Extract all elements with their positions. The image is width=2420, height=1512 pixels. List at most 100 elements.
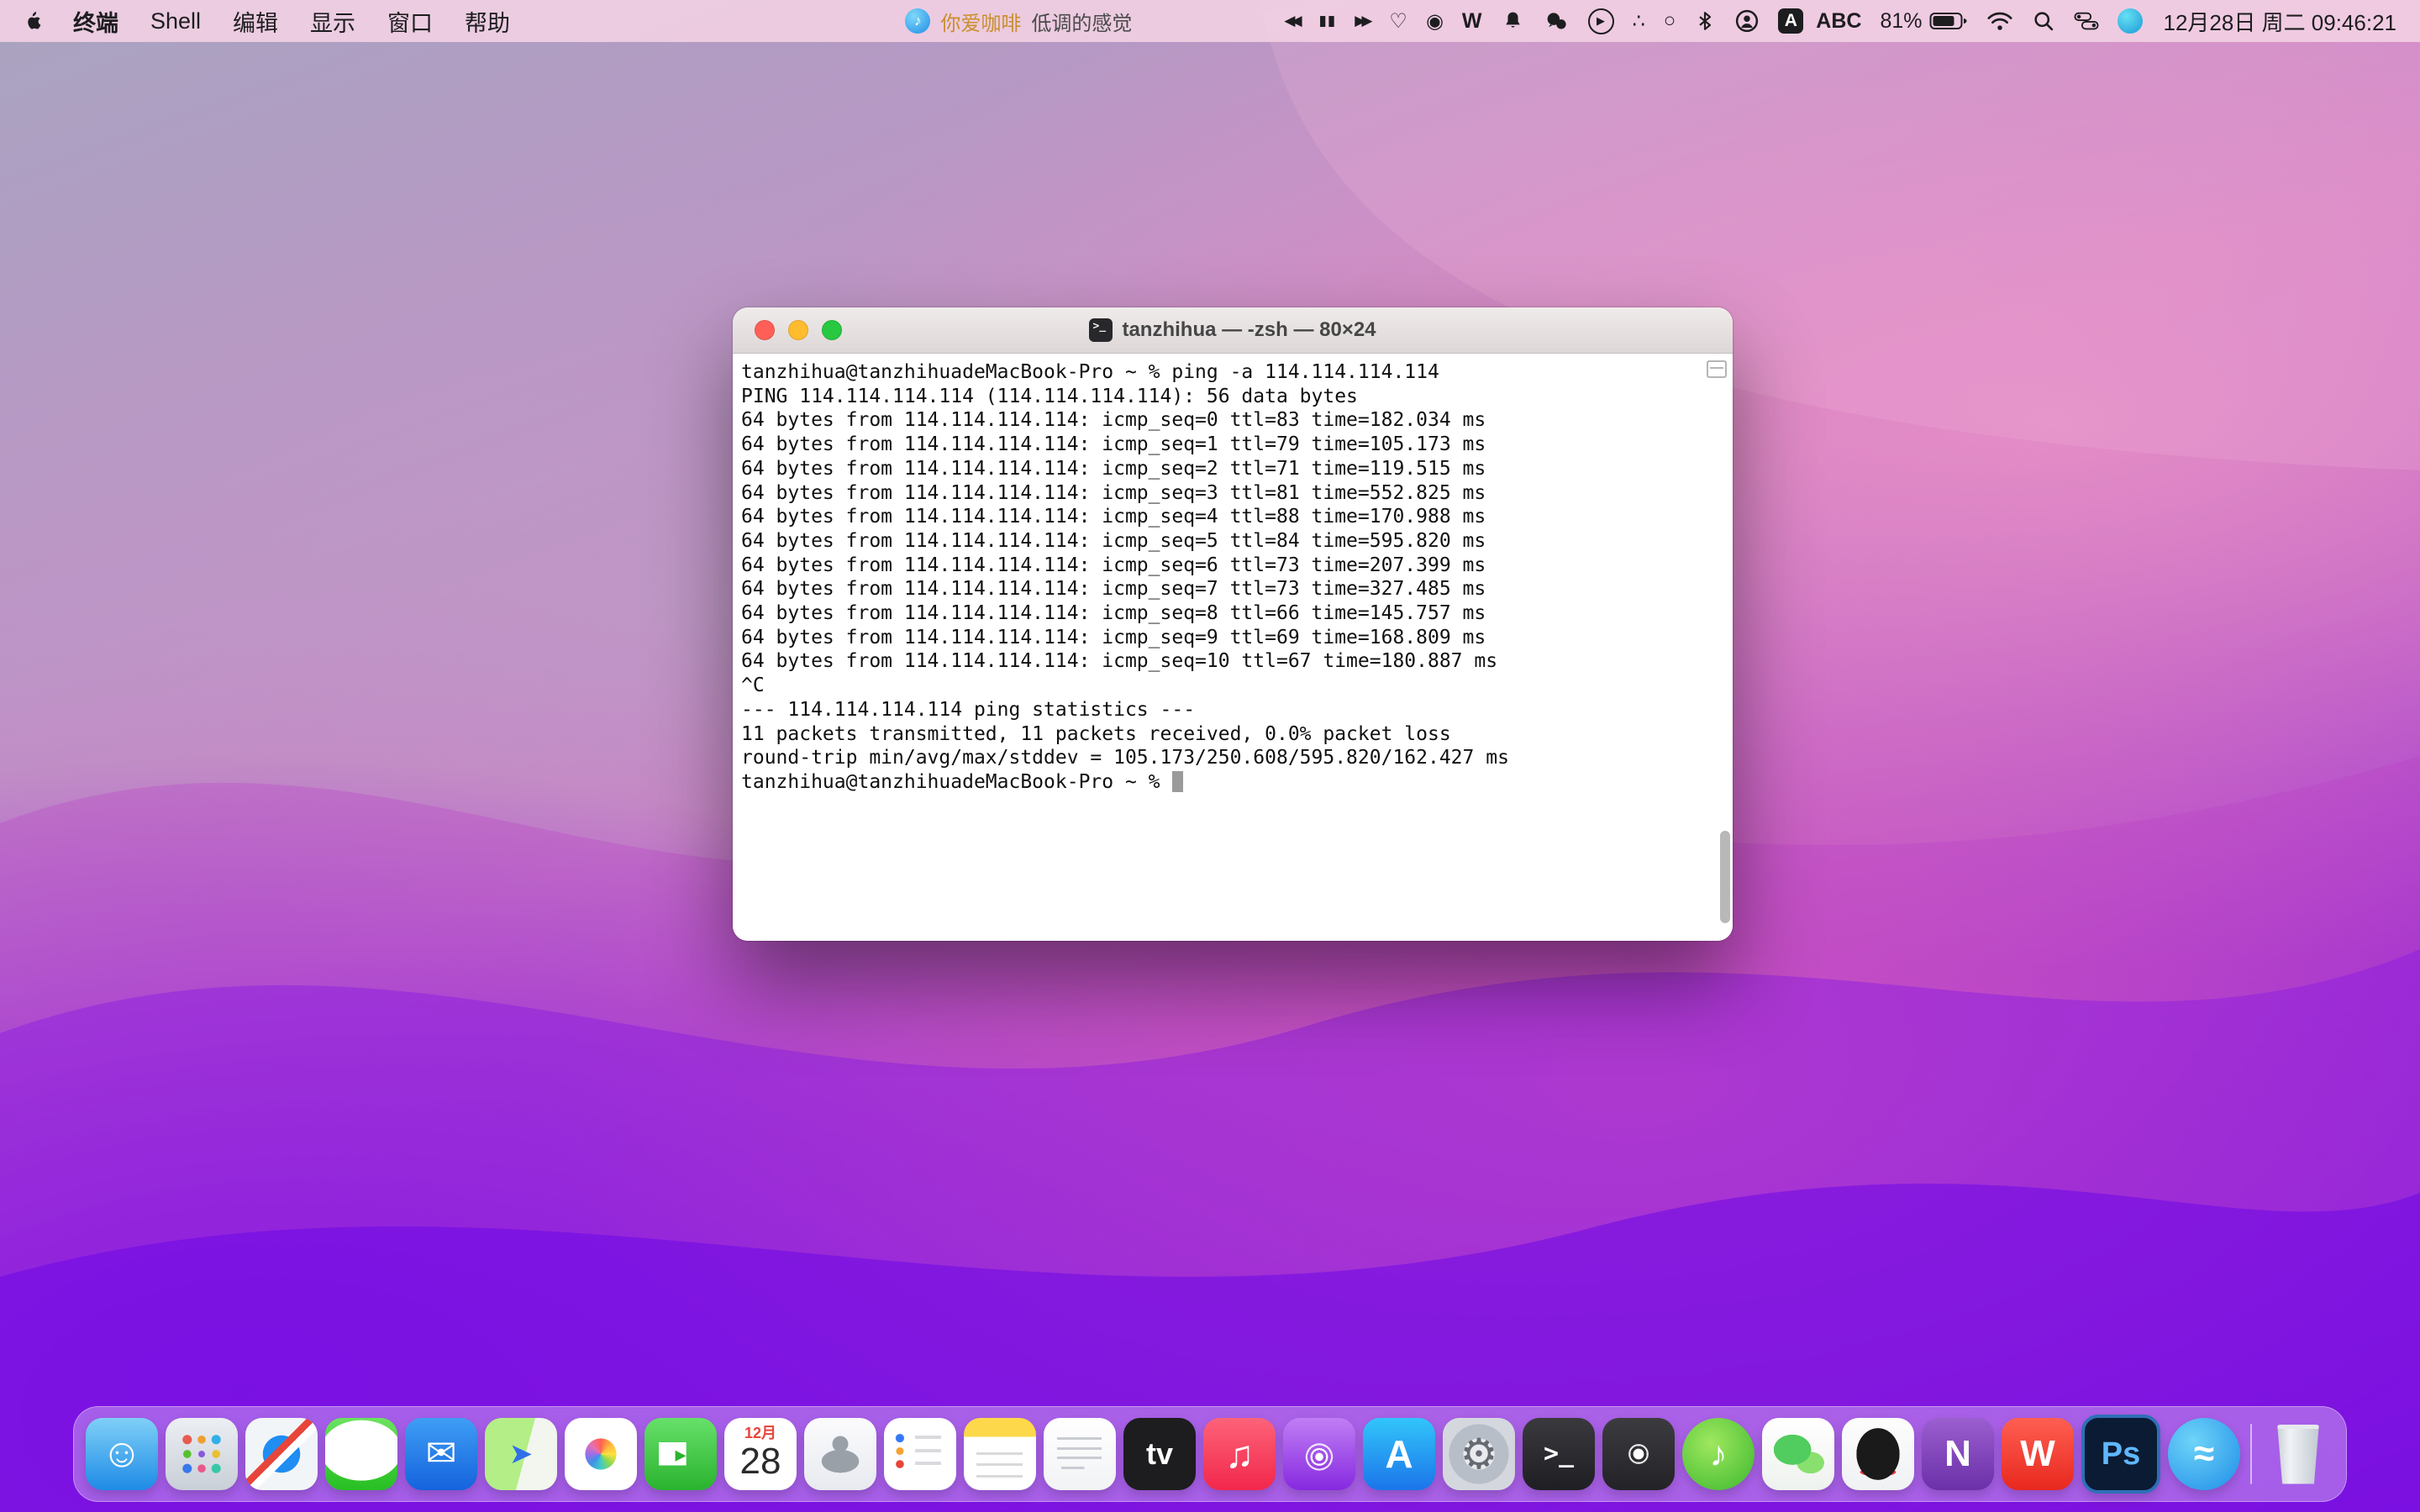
terminal-glyph: >_	[1544, 1441, 1574, 1467]
dock-item-reminders[interactable]	[884, 1418, 956, 1490]
dock-item-contacts[interactable]	[804, 1418, 876, 1490]
dock-item-calendar[interactable]: 12月28	[724, 1418, 797, 1490]
system-preferences-glyph: ⚙	[1460, 1433, 1498, 1475]
now-playing-subtitle: 低调的感觉	[1031, 7, 1132, 36]
dock-item-terminal[interactable]: >_	[1523, 1418, 1595, 1490]
circle-status-icon[interactable]: ○	[1655, 9, 1686, 33]
terminal-line: PING 114.114.114.114 (114.114.114.114): …	[741, 385, 1733, 409]
terminal-line: round-trip min/avg/max/stddev = 105.173/…	[741, 746, 1733, 770]
dock-item-blue-music-app[interactable]: ≈	[2168, 1418, 2240, 1490]
play-circle-glyph: ▶	[1588, 8, 1614, 34]
control-center-icon[interactable]	[2065, 11, 2108, 31]
dock-item-qq[interactable]	[1842, 1418, 1914, 1490]
teal-app-circle	[2118, 8, 2143, 34]
dock-item-maps[interactable]: ➤	[485, 1418, 557, 1490]
wifi-icon[interactable]	[1977, 10, 2023, 32]
dock-divider	[2250, 1424, 2252, 1484]
media-next-icon[interactable]: ▶▶	[1345, 13, 1380, 29]
dock-item-textedit[interactable]	[1044, 1418, 1116, 1490]
scrollbar-thumb[interactable]	[1720, 831, 1730, 923]
menu-window[interactable]: 窗口	[371, 5, 449, 38]
battery-status[interactable]: 81%	[1870, 9, 1976, 34]
dots-status-icon[interactable]: ∴	[1623, 9, 1655, 34]
input-source-icon[interactable]: A	[1769, 8, 1812, 34]
terminal-line: 11 packets transmitted, 11 packets recei…	[741, 722, 1733, 747]
dock-item-finder[interactable]: ☺	[86, 1418, 158, 1490]
dock-item-photoshop[interactable]: Ps	[2081, 1415, 2160, 1494]
dock-item-launchpad[interactable]	[166, 1418, 238, 1490]
dock-item-wechat[interactable]	[1762, 1418, 1834, 1490]
battery-icon	[1929, 11, 1968, 31]
dock-items: ☺ ✉ ➤ ▸ 12月28 tv ♫ A ⚙ >_ ♪ NW Ps ≈	[86, 1415, 2240, 1494]
now-playing[interactable]: ♪ 你爱咖啡 低调的感觉	[905, 7, 1132, 36]
spotlight-search-icon[interactable]	[2023, 9, 2065, 33]
wechat-status-icon[interactable]	[1534, 8, 1579, 34]
onenote-glyph: N	[1944, 1436, 1971, 1473]
facetime-glyph: ▸	[675, 1443, 686, 1465]
dock-item-facetime[interactable]: ▸	[644, 1418, 717, 1490]
terminal-line: 64 bytes from 114.114.114.114: icmp_seq=…	[741, 601, 1733, 626]
menu-bar-clock[interactable]: 12月28日 周二 09:46:21	[2152, 6, 2402, 37]
window-title-text: tanzhihua — -zsh — 80×24	[1122, 318, 1376, 342]
qq-music-glyph: ♪	[1710, 1436, 1728, 1472]
terminal-line: 64 bytes from 114.114.114.114: icmp_seq=…	[741, 457, 1733, 481]
dock-item-onenote[interactable]: N	[1922, 1418, 1994, 1490]
terminal-content[interactable]: tanzhihua@tanzhihuadeMacBook-Pro ~ % pin…	[733, 354, 1733, 941]
media-pause-icon[interactable]: ▮▮	[1310, 13, 1346, 29]
finder-glyph: ☺	[101, 1434, 142, 1474]
app-store-glyph: A	[1385, 1435, 1413, 1473]
split-pane-button[interactable]	[1707, 360, 1727, 378]
terminal-titlebar[interactable]: >_ tanzhihua — -zsh — 80×24	[733, 307, 1733, 354]
dock-item-screenshot[interactable]	[1602, 1418, 1675, 1490]
dock-item-photos[interactable]	[565, 1418, 637, 1490]
photoshop-glyph: Ps	[2102, 1438, 2140, 1470]
input-source-badge: A	[1778, 8, 1803, 34]
dock-item-mail[interactable]: ✉	[405, 1418, 477, 1490]
play-circle-icon[interactable]: ▶	[1579, 8, 1623, 34]
apple-menu[interactable]	[18, 10, 57, 32]
dock-item-wps-office[interactable]: W	[2002, 1418, 2074, 1490]
menu-shell[interactable]: Shell	[134, 8, 217, 34]
notification-bell-icon[interactable]	[1491, 9, 1534, 34]
menu-bar: 终端 Shell 编辑 显示 窗口 帮助 ♪ 你爱咖啡 低调的感觉 ◀◀ ▮▮ …	[0, 0, 2420, 42]
dock-item-trash[interactable]	[2262, 1418, 2334, 1490]
user-account-icon[interactable]	[1725, 8, 1769, 34]
input-source-label[interactable]: ABC	[1812, 9, 1870, 34]
terminal-cursor	[1172, 771, 1183, 792]
dock-item-notes[interactable]	[964, 1418, 1036, 1490]
minimize-button[interactable]	[788, 320, 808, 340]
terminal-line: tanzhihua@tanzhihuadeMacBook-Pro ~ %	[741, 770, 1733, 795]
teal-app-status-icon[interactable]	[2108, 8, 2152, 34]
dock-item-podcasts[interactable]	[1283, 1418, 1355, 1490]
menu-app-terminal[interactable]: 终端	[57, 5, 134, 38]
dock-item-messages[interactable]	[325, 1418, 397, 1490]
dock-item-tv[interactable]: tv	[1123, 1418, 1196, 1490]
menu-help[interactable]: 帮助	[449, 5, 526, 38]
apple-icon	[24, 10, 45, 32]
wps-status-icon[interactable]: W	[1453, 9, 1491, 34]
terminal-line: 64 bytes from 114.114.114.114: icmp_seq=…	[741, 577, 1733, 601]
battery-percent-label: 81%	[1880, 9, 1922, 34]
zoom-button[interactable]	[822, 320, 842, 340]
terminal-line: 64 bytes from 114.114.114.114: icmp_seq=…	[741, 529, 1733, 554]
dock: ☺ ✉ ➤ ▸ 12月28 tv ♫ A ⚙ >_ ♪ NW Ps ≈	[73, 1406, 2347, 1502]
dock-item-system-preferences[interactable]: ⚙	[1443, 1418, 1515, 1490]
terminal-line: 64 bytes from 114.114.114.114: icmp_seq=…	[741, 626, 1733, 650]
dock-item-safari[interactable]	[245, 1418, 318, 1490]
close-button[interactable]	[755, 320, 775, 340]
terminal-line: 64 bytes from 114.114.114.114: icmp_seq=…	[741, 408, 1733, 433]
dock-item-qq-music[interactable]: ♪	[1682, 1418, 1754, 1490]
dock-item-music[interactable]: ♫	[1203, 1418, 1276, 1490]
terminal-line: 64 bytes from 114.114.114.114: icmp_seq=…	[741, 481, 1733, 506]
heart-icon[interactable]: ♡	[1380, 9, 1417, 34]
dock-item-app-store[interactable]: A	[1363, 1418, 1435, 1490]
bluetooth-icon[interactable]	[1685, 10, 1725, 32]
mail-glyph: ✉	[426, 1436, 457, 1473]
disc-icon[interactable]: ◉	[1417, 9, 1453, 34]
music-player-icon: ♪	[905, 8, 930, 34]
tv-glyph: tv	[1146, 1439, 1173, 1469]
menu-view[interactable]: 显示	[294, 5, 371, 38]
media-previous-icon[interactable]: ◀◀	[1275, 13, 1309, 29]
window-controls	[755, 320, 842, 340]
menu-edit[interactable]: 编辑	[217, 5, 294, 38]
